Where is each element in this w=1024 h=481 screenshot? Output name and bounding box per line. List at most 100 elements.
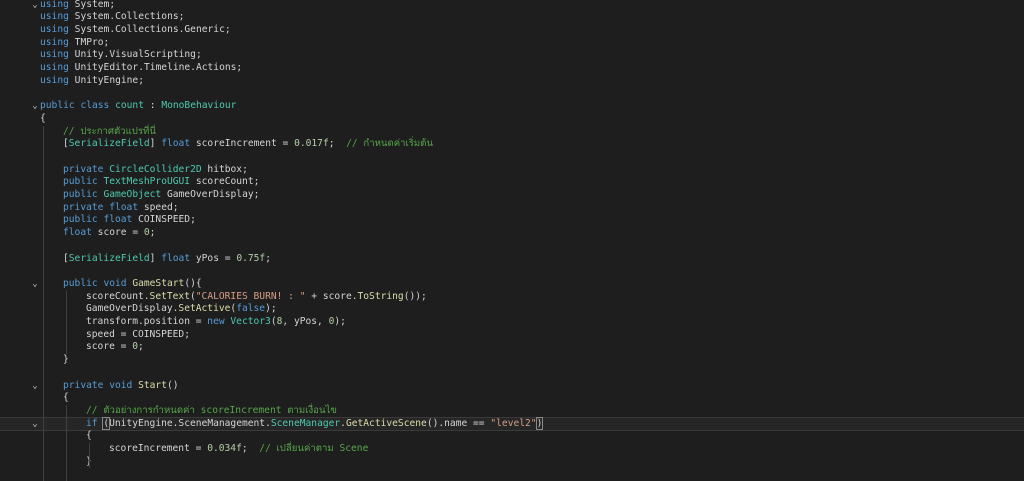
code-token: Unity.VisualScripting; <box>69 49 202 60</box>
code-token: 0.034f <box>207 443 242 454</box>
code-token: System.Collections.Generic; <box>69 24 231 35</box>
code-line[interactable]: using System.Collections; <box>0 11 1024 24</box>
code-line[interactable] <box>0 151 1024 164</box>
code-line[interactable]: public TextMeshProUGUI scoreCount; <box>0 176 1024 189</box>
code-token: { <box>40 113 46 124</box>
code-line[interactable]: ⌄ private void Start() <box>0 380 1024 393</box>
code-token: { <box>63 392 69 403</box>
code-token: scoreCount; <box>190 176 259 187</box>
code-token: ToString <box>358 291 404 302</box>
code-token: SerializeField <box>69 138 150 149</box>
code-text: public void GameStart(){ <box>63 278 202 291</box>
code-text: private void Start() <box>63 380 179 393</box>
code-token: UnityEngine.SceneManagement. <box>109 418 271 429</box>
code-line[interactable]: using System.Collections.Generic; <box>0 24 1024 37</box>
code-text: using TMPro; <box>40 37 109 50</box>
code-line[interactable]: scoreIncrement = 0.034f; // เปลี่ยนค่าตา… <box>0 443 1024 456</box>
code-line[interactable]: scoreCount.SetText("CALORIES BURN! : " +… <box>0 291 1024 304</box>
fold-chevron-icon[interactable]: ⌄ <box>30 418 40 431</box>
code-line[interactable]: { <box>0 430 1024 443</box>
code-token: speed = COINSPEED; <box>86 329 190 340</box>
code-text: [SerializeField] float yPos = 0.75f; <box>63 253 271 266</box>
code-text: using Unity.VisualScripting; <box>40 49 202 62</box>
code-line[interactable]: public GameObject GameOverDisplay; <box>0 189 1024 202</box>
code-line[interactable]: score = 0; <box>0 341 1024 354</box>
code-line[interactable]: ⌄ public void GameStart(){ <box>0 278 1024 291</box>
code-token: scoreIncrement = <box>109 443 207 454</box>
fold-chevron-icon[interactable]: ⌄ <box>30 380 40 393</box>
code-token: public <box>40 100 75 111</box>
code-line[interactable]: [SerializeField] float yPos = 0.75f; <box>0 253 1024 266</box>
code-token: ()); <box>404 291 427 302</box>
code-token: float <box>63 227 92 238</box>
code-line[interactable]: // ตัวอย่างการกำหนดค่า scoreIncrement ตา… <box>0 405 1024 418</box>
code-line[interactable]: private CircleCollider2D hitbox; <box>0 164 1024 177</box>
current-code-line[interactable]: ⌄if (UnityEngine.SceneManagement.SceneMa… <box>0 418 1024 431</box>
code-token: using <box>40 37 69 48</box>
code-line[interactable] <box>0 87 1024 100</box>
code-line[interactable]: public float COINSPEED; <box>0 214 1024 227</box>
code-line[interactable]: GameOverDisplay.SetActive(false); <box>0 303 1024 316</box>
code-line[interactable]: } <box>0 354 1024 367</box>
code-token: using <box>40 11 69 22</box>
code-line[interactable]: using Unity.VisualScripting; <box>0 49 1024 62</box>
code-token: (){ <box>184 278 201 289</box>
code-token: speed; <box>138 202 178 213</box>
code-line[interactable]: { <box>0 392 1024 405</box>
code-token: CircleCollider2D <box>109 164 201 175</box>
code-token: ) <box>537 418 543 429</box>
fold-chevron-icon[interactable]: ⌄ <box>30 278 40 291</box>
code-line[interactable]: using TMPro; <box>0 37 1024 50</box>
code-token: Start <box>138 380 167 391</box>
code-text: // ประกาศตัวแปรที่นี่ <box>63 126 156 139</box>
code-token: count <box>115 100 144 111</box>
fold-chevron-icon[interactable]: ⌄ <box>30 100 40 113</box>
code-token: + score. <box>306 291 358 302</box>
code-token: ] <box>150 138 162 149</box>
code-line[interactable]: float score = 0; <box>0 227 1024 240</box>
fold-chevron-icon[interactable]: ⌄ <box>30 0 40 11</box>
indent-guide <box>66 405 67 481</box>
code-text: using System.Collections.Generic; <box>40 24 231 37</box>
code-line[interactable]: using UnityEngine; <box>0 75 1024 88</box>
code-line[interactable]: } <box>0 456 1024 469</box>
code-line[interactable]: // ประกาศตัวแปรที่นี่ <box>0 126 1024 139</box>
code-token: float <box>103 214 132 225</box>
code-token: score = <box>92 227 144 238</box>
code-token: // เปลี่ยนค่าตาม Scene <box>259 443 368 454</box>
code-line[interactable]: speed = COINSPEED; <box>0 329 1024 342</box>
code-token: // กำหนดค่าเริ่มต้น <box>346 138 433 149</box>
code-line[interactable]: { <box>0 113 1024 126</box>
code-token: float <box>161 138 190 149</box>
code-line[interactable]: [SerializeField] float scoreIncrement = … <box>0 138 1024 151</box>
code-token: MonoBehaviour <box>161 100 236 111</box>
code-line[interactable]: transform.position = new Vector3(8, yPos… <box>0 316 1024 329</box>
code-token: using <box>40 0 69 10</box>
code-token: transform.position = <box>86 316 207 327</box>
code-line[interactable] <box>0 240 1024 253</box>
code-editor[interactable]: ⌄using System;using System.Collections;u… <box>0 0 1024 472</box>
code-line[interactable]: ⌄public class count : MonoBehaviour <box>0 100 1024 113</box>
code-line[interactable] <box>0 265 1024 278</box>
code-token: SetText <box>150 291 190 302</box>
code-token: // ประกาศตัวแปรที่นี่ <box>63 126 156 137</box>
code-line[interactable] <box>0 468 1024 481</box>
code-text: public TextMeshProUGUI scoreCount; <box>63 176 259 189</box>
code-line[interactable]: using UnityEditor.Timeline.Actions; <box>0 62 1024 75</box>
code-line[interactable] <box>0 367 1024 380</box>
code-text: { <box>63 392 69 405</box>
code-token: score = <box>86 341 132 352</box>
code-token: } <box>63 354 69 365</box>
code-token: new <box>207 316 224 327</box>
code-token: 0.017f <box>294 138 329 149</box>
code-text: { <box>86 430 92 443</box>
code-token: void <box>103 278 126 289</box>
code-token: void <box>109 380 132 391</box>
code-token: : <box>144 100 161 111</box>
code-text: scoreIncrement = 0.034f; // เปลี่ยนค่าตา… <box>109 443 368 456</box>
code-text: public GameObject GameOverDisplay; <box>63 189 259 202</box>
code-text: using UnityEditor.Timeline.Actions; <box>40 62 242 75</box>
code-line[interactable]: private float speed; <box>0 202 1024 215</box>
code-line[interactable]: ⌄using System; <box>0 0 1024 11</box>
code-text: public float COINSPEED; <box>63 214 196 227</box>
